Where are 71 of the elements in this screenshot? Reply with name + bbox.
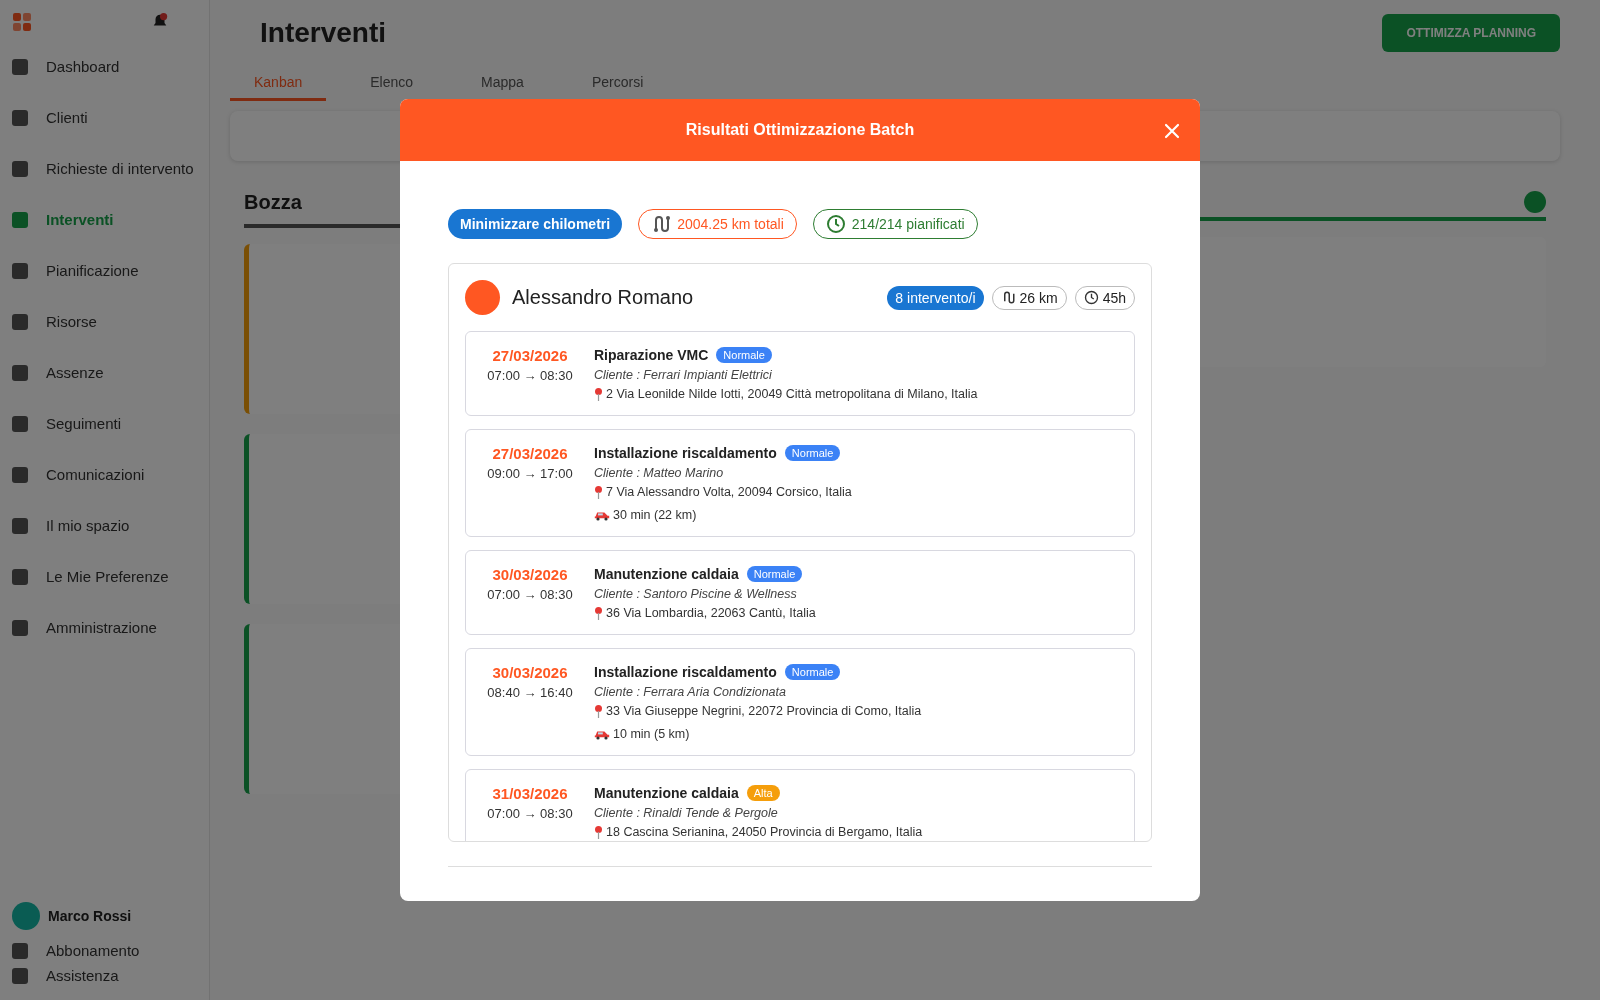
summary-chip: Minimizzare chilometri [448, 209, 623, 239]
tab[interactable]: Mappa [457, 66, 548, 101]
user-name: Marco Rossi [48, 908, 132, 924]
sidebar-item[interactable]: Amministrazione [0, 615, 209, 640]
close-icon[interactable] [1164, 123, 1180, 139]
intervention-time: 08:40 → 16:40 [487, 685, 573, 700]
sidebar-item[interactable]: Comunicazioni [0, 462, 209, 487]
sidebar-item[interactable]: Richieste di intervento [0, 156, 209, 181]
intervention-title: Riparazione VMC [594, 347, 709, 363]
column-title: Bozza [244, 191, 302, 214]
intervention-date: 27/03/2026 [492, 445, 568, 462]
pin-icon [594, 606, 603, 620]
priority-badge: Normale [746, 566, 803, 582]
priority-badge: Normale [716, 347, 772, 363]
travel-time: 30 min (22 km) [613, 508, 697, 522]
intervention-time: 07:00 → 08:30 [487, 806, 573, 821]
user-avatar [12, 902, 40, 930]
tab[interactable]: Elenco [346, 66, 438, 101]
intervention-date: 31/03/2026 [492, 785, 568, 802]
sidebar-item[interactable]: Interventi [0, 207, 209, 232]
priority-badge: Normale [784, 664, 841, 680]
sidebar-item[interactable]: Assistenza [0, 963, 209, 988]
priority-badge: Alta [746, 785, 780, 801]
page-title: Interventi [260, 17, 387, 49]
route-icon [651, 214, 672, 234]
pin-icon [594, 485, 603, 499]
clock-icon [1083, 290, 1099, 305]
address: 36 Via Lombardia, 22063 Cantù, Italia [606, 606, 816, 620]
optimize-button[interactable]: OTTIMIZZA PLANNING [1382, 14, 1560, 52]
sidebar-item[interactable]: Clienti [0, 105, 209, 130]
client-name: Cliente : Ferrari Impianti Elettrici [594, 368, 773, 382]
intervention-title: Installazione riscaldamento [594, 664, 777, 680]
sidebar-item[interactable]: Pianificazione [0, 258, 209, 283]
client-name: Cliente : Matteo Marino [594, 466, 725, 480]
tab[interactable]: Percorsi [567, 66, 668, 101]
sidebar-item[interactable]: Il mio spazio [0, 513, 209, 538]
dialog-title: Risultati Ottimizzazione Batch [685, 121, 915, 139]
pin-icon [594, 704, 603, 718]
client-name: Cliente : Ferrara Aria Condizionata [594, 685, 787, 699]
priority-badge: Normale [784, 445, 841, 461]
intervention-time: 09:00 → 17:00 [487, 466, 573, 481]
status-dot [1524, 191, 1546, 213]
travel-time: 10 min (5 km) [613, 727, 690, 741]
resource-avatar [465, 280, 500, 315]
sidebar-item[interactable]: Dashboard [0, 54, 209, 79]
sidebar-item[interactable]: Abbonamento [0, 938, 209, 963]
address: 7 Via Alessandro Volta, 20094 Corsico, Italia [606, 485, 852, 499]
sidebar-item[interactable]: Assenze [0, 360, 209, 385]
intervention-date: 30/03/2026 [492, 566, 568, 583]
client-name: Cliente : Santoro Piscine & Wellness [594, 587, 798, 601]
sidebar-item[interactable]: Le Mie Preferenze [0, 564, 209, 589]
intervention-time: 07:00 → 08:30 [487, 368, 573, 383]
address: 18 Cascina Serianina, 24050 Provincia di Bergamo, Italia [606, 825, 923, 839]
address: 2 Via Leonilde Nilde Iotti, 20049 Città metropolitana di Milano, Italia [606, 387, 978, 401]
pin-icon [594, 825, 603, 839]
sidebar-item[interactable]: Risorse [0, 309, 209, 334]
address: 33 Via Giuseppe Negrini, 22072 Provincia di Como, Italia [606, 704, 922, 718]
intervention-date: 30/03/2026 [492, 664, 568, 681]
client-name: Cliente : Rinaldi Tende & Pergole [594, 806, 779, 820]
sidebar-item[interactable]: Seguimenti [0, 411, 209, 436]
intervention-time: 07:00 → 08:30 [487, 587, 573, 602]
logo-icon [12, 12, 32, 32]
resource-name: Alessandro Romano [512, 286, 695, 309]
intervention-title: Manutenzione caldaia [594, 566, 739, 582]
tab[interactable]: Kanban [230, 66, 327, 101]
pin-icon [594, 387, 603, 401]
clock-icon [825, 214, 846, 234]
count-badge: 8 intervento/i [887, 285, 984, 310]
intervention-date: 27/03/2026 [492, 347, 568, 364]
intervention-title: Installazione riscaldamento [594, 445, 777, 461]
intervention-title: Manutenzione caldaia [594, 785, 739, 801]
